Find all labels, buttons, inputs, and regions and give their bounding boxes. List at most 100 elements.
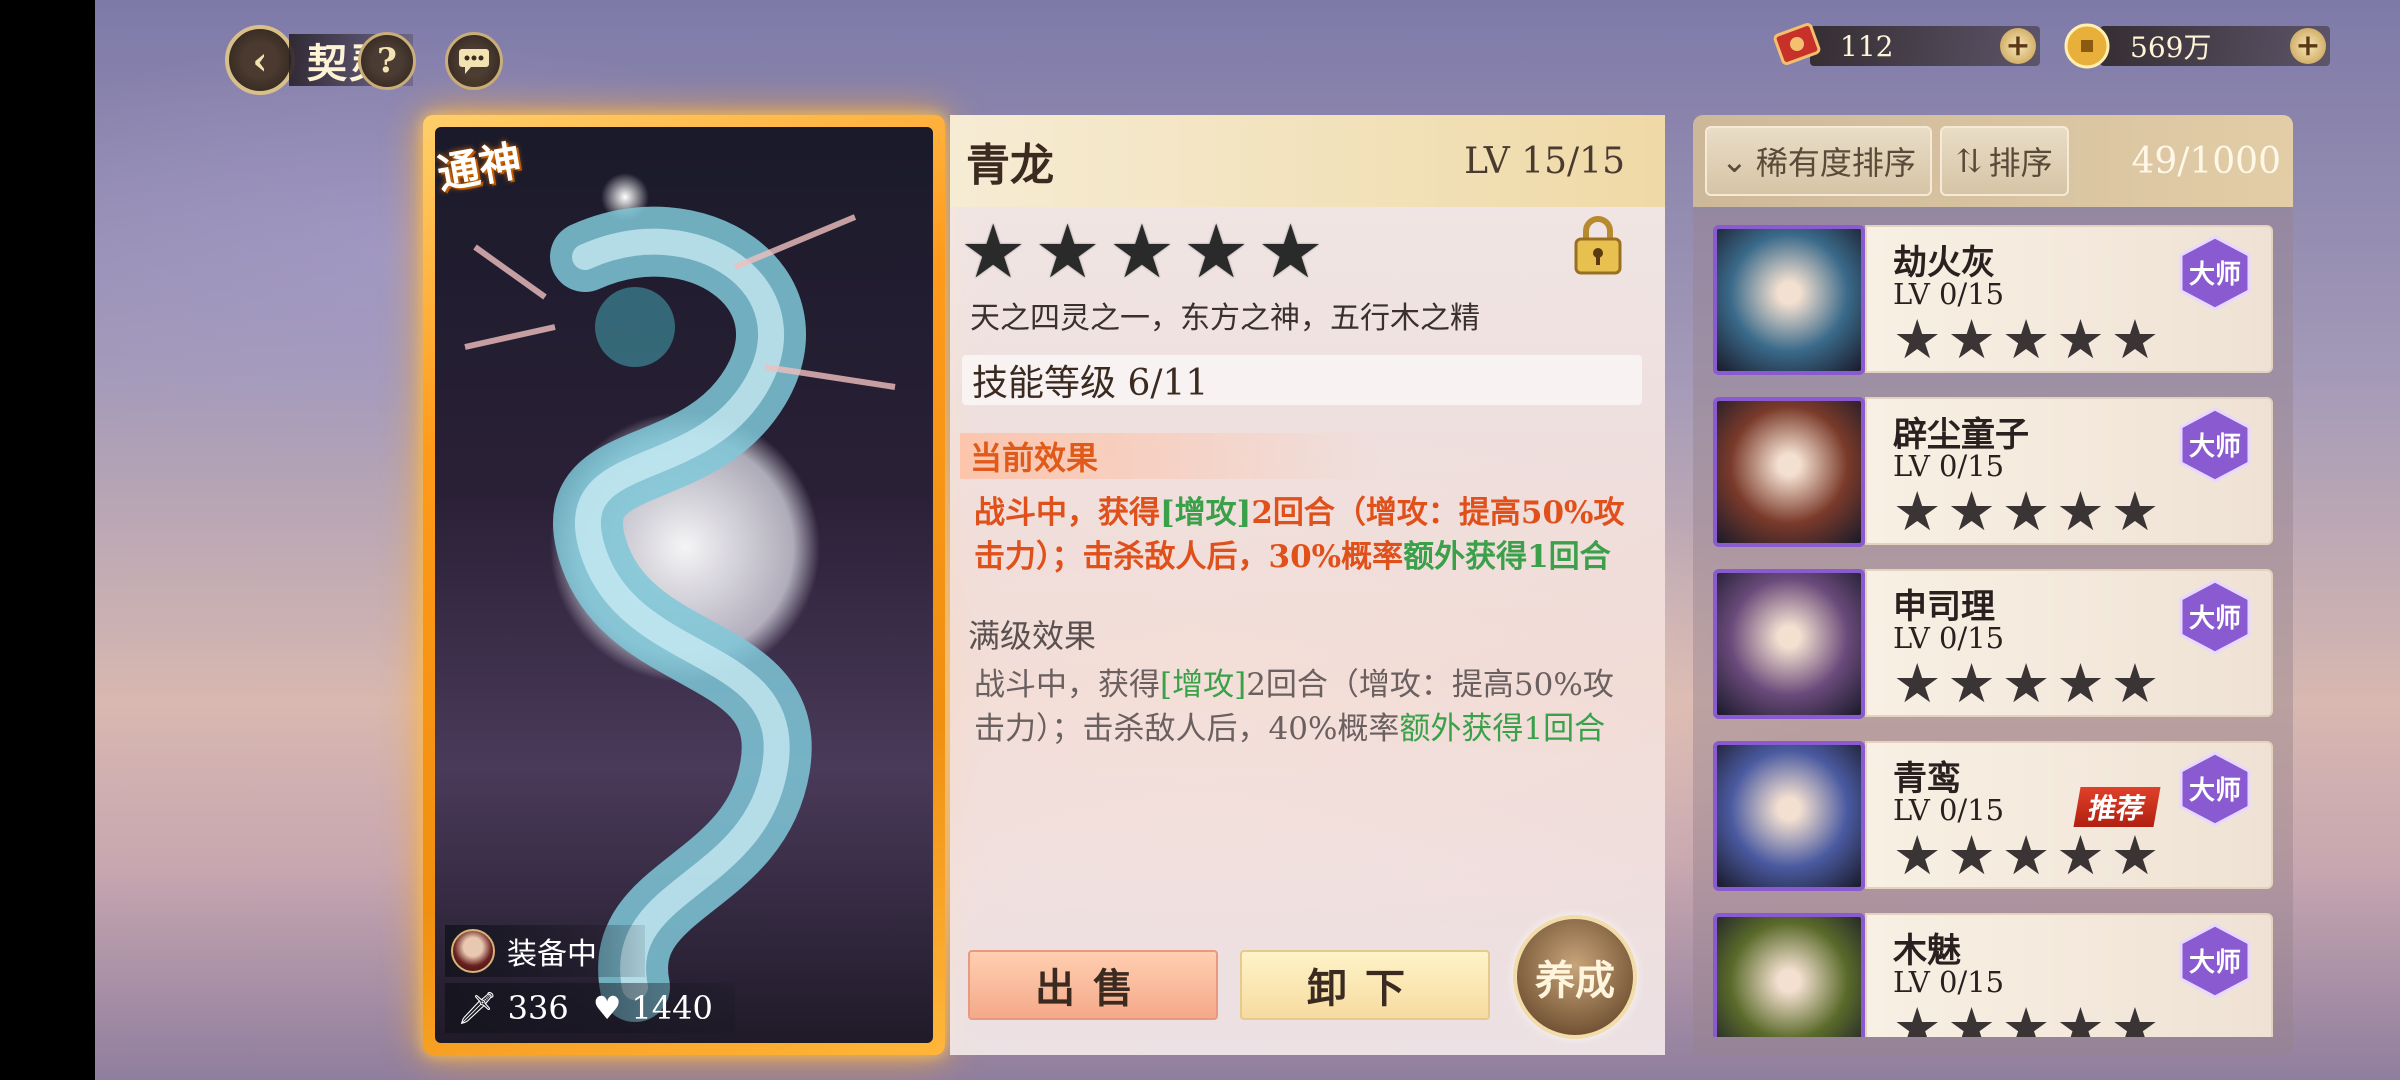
- list-item-stars: ★ ★ ★ ★ ★: [1893, 657, 2159, 711]
- star-icon: ★: [1893, 996, 1942, 1038]
- star-icon: ★: [2110, 652, 2160, 715]
- sort-order-button[interactable]: ⇅ 排序: [1939, 126, 2069, 196]
- star-icon: ★: [1947, 996, 1996, 1038]
- unequip-button[interactable]: 卸下: [1240, 950, 1490, 1020]
- spirit-thumbnail: [1713, 913, 1865, 1037]
- list-item-stars: ★ ★ ★ ★ ★: [1893, 485, 2159, 539]
- ticket-icon: [1770, 19, 1824, 73]
- svg-text:大师: 大师: [2189, 260, 2241, 290]
- chat-icon: [459, 49, 489, 74]
- spirit-thumbnail: [1713, 225, 1865, 375]
- spirit-thumbnail: [1713, 741, 1865, 891]
- inventory-count: 49/1000: [2131, 140, 2281, 182]
- spirit-level: LV 15/15: [1464, 140, 1625, 182]
- star-icon: ★: [2110, 308, 2160, 371]
- sort-by-rarity-button[interactable]: ⌄ 稀有度排序: [1705, 126, 1932, 196]
- rarity-badge: 通神: [435, 135, 526, 199]
- list-item-level: LV 0/15: [1893, 621, 2005, 655]
- chat-button[interactable]: [445, 32, 503, 90]
- list-item[interactable]: 辟尘童子 LV 0/15 ★ ★ ★ ★ ★ 大师: [1713, 397, 2273, 547]
- star-icon: ★: [1893, 824, 1942, 887]
- star-icon: ★: [1257, 209, 1324, 295]
- game-screen: ‹ 契灵 ? 112 + 569万 + 通神 装备中 🗡 336 ♥ 1440 …: [95, 0, 2400, 1080]
- foster-label: 养成: [1535, 957, 1615, 1004]
- star-icon: ★: [960, 209, 1027, 295]
- star-icon: ★: [2056, 996, 2105, 1038]
- lock-icon: [1574, 216, 1622, 275]
- master-rarity-badge: 大师: [2177, 235, 2253, 311]
- help-button[interactable]: ?: [358, 32, 416, 90]
- star-icon: ★: [1893, 308, 1942, 371]
- svg-text:大师: 大师: [2189, 432, 2241, 462]
- star-icon: ★: [2001, 480, 2051, 543]
- star-icon: ★: [2056, 652, 2105, 715]
- list-item-info: 辟尘童子 LV 0/15 ★ ★ ★ ★ ★ 大师: [1865, 397, 2273, 545]
- list-item-info: 劫火灰 LV 0/15 ★ ★ ★ ★ ★ 大师: [1865, 225, 2273, 373]
- avatar: [451, 929, 495, 973]
- add-coin-button[interactable]: +: [2290, 28, 2326, 64]
- lock-button[interactable]: [1572, 215, 1624, 277]
- list-item-info: 申司理 LV 0/15 ★ ★ ★ ★ ★ 大师: [1865, 569, 2273, 717]
- list-header: ⌄ 稀有度排序 ⇅ 排序 49/1000: [1693, 115, 2293, 207]
- list-item[interactable]: 木魅 LV 0/15 ★ ★ ★ ★ ★ 大师: [1713, 913, 2273, 1037]
- sort-icon: ⇅: [1955, 142, 1983, 180]
- coin-count: 569万: [2130, 31, 2212, 64]
- star-icon: ★: [2001, 652, 2051, 715]
- master-rarity-badge: 大师: [2177, 579, 2253, 655]
- attack-value: 336: [507, 989, 569, 1027]
- star-icon: ★: [1108, 209, 1176, 295]
- star-icon: ★: [1893, 480, 1942, 543]
- list-item-info: 木魅 LV 0/15 ★ ★ ★ ★ ★ 大师: [1865, 913, 2273, 1037]
- star-icon: ★: [2056, 480, 2105, 543]
- master-rarity-badge: 大师: [2177, 923, 2253, 999]
- star-icon: ★: [2001, 308, 2051, 371]
- detail-header: 青龙 LV 15/15: [950, 115, 1665, 207]
- chevron-down-icon: ⌄: [1721, 142, 1748, 180]
- health-value: 1440: [631, 989, 713, 1027]
- star-icon: ★: [1183, 209, 1250, 295]
- star-icon: ★: [2110, 480, 2160, 543]
- spirit-description: 天之四灵之一，东方之神，五行木之精: [970, 301, 1480, 336]
- ticket-count: 112: [1840, 29, 1894, 63]
- list-item-stars: ★ ★ ★ ★ ★: [1893, 996, 2159, 1038]
- sell-button[interactable]: 出售: [968, 950, 1218, 1020]
- spirit-card[interactable]: 通神 装备中 🗡 336 ♥ 1440: [423, 115, 945, 1055]
- list-item-level: LV 0/15: [1893, 449, 2005, 483]
- list-item[interactable]: 申司理 LV 0/15 ★ ★ ★ ★ ★ 大师: [1713, 569, 2273, 719]
- list-item[interactable]: 劫火灰 LV 0/15 ★ ★ ★ ★ ★ 大师: [1713, 225, 2273, 375]
- current-effect-text: 战斗中，获得[增攻]2回合（增攻：提高50%攻击力）；击杀敌人后，30%概率额外…: [974, 495, 1625, 575]
- star-icon: ★: [2056, 824, 2105, 887]
- help-icon: ?: [377, 41, 397, 81]
- equipped-tag: 装备中: [445, 925, 645, 977]
- current-effect-title: 当前效果: [960, 433, 1380, 479]
- spirit-thumbnail: [1713, 569, 1865, 719]
- star-icon: ★: [2056, 308, 2105, 371]
- heart-icon: ♥: [592, 989, 622, 1027]
- star-rating: ★ ★ ★ ★ ★: [960, 215, 1324, 289]
- star-icon: ★: [1947, 652, 1996, 715]
- svg-text:大师: 大师: [2189, 948, 2241, 978]
- coin-currency: 569万 +: [2060, 22, 2330, 70]
- list-item-level: LV 0/15: [1893, 277, 2005, 311]
- foster-button[interactable]: 养成: [1513, 915, 1637, 1039]
- max-effect-text: 战斗中，获得[增攻]2回合（增攻：提高50%攻击力）；击杀敌人后，40%概率额外…: [974, 667, 1614, 747]
- list-item-info: 青鸾 LV 0/15 ★ ★ ★ ★ ★ 推荐 大师: [1865, 741, 2273, 889]
- star-icon: ★: [1947, 824, 1996, 887]
- spirit-thumbnail: [1713, 397, 1865, 547]
- spirit-list-panel: ⌄ 稀有度排序 ⇅ 排序 49/1000 劫火灰 LV 0/15 ★ ★ ★ ★ ★ 大…: [1693, 115, 2293, 1055]
- star-icon: ★: [2110, 824, 2160, 887]
- list-item-stars: ★ ★ ★ ★ ★: [1893, 829, 2159, 883]
- list-item-stars: ★ ★ ★ ★ ★: [1893, 313, 2159, 367]
- list-item[interactable]: 青鸾 LV 0/15 ★ ★ ★ ★ ★ 推荐 大师: [1713, 741, 2273, 891]
- ticket-currency: 112 +: [1770, 22, 2040, 70]
- star-icon: ★: [1947, 308, 1996, 371]
- add-ticket-button[interactable]: +: [2000, 28, 2036, 64]
- list-item-level: LV 0/15: [1893, 793, 2005, 827]
- back-arrow-icon: ‹: [225, 25, 295, 95]
- star-icon: ★: [2001, 996, 2051, 1038]
- equipped-label: 装备中: [507, 937, 597, 972]
- skill-level: 技能等级 6/11: [962, 355, 1642, 405]
- star-icon: ★: [2001, 824, 2051, 887]
- master-rarity-badge: 大师: [2177, 407, 2253, 483]
- dragon-illustration: [464, 206, 896, 1022]
